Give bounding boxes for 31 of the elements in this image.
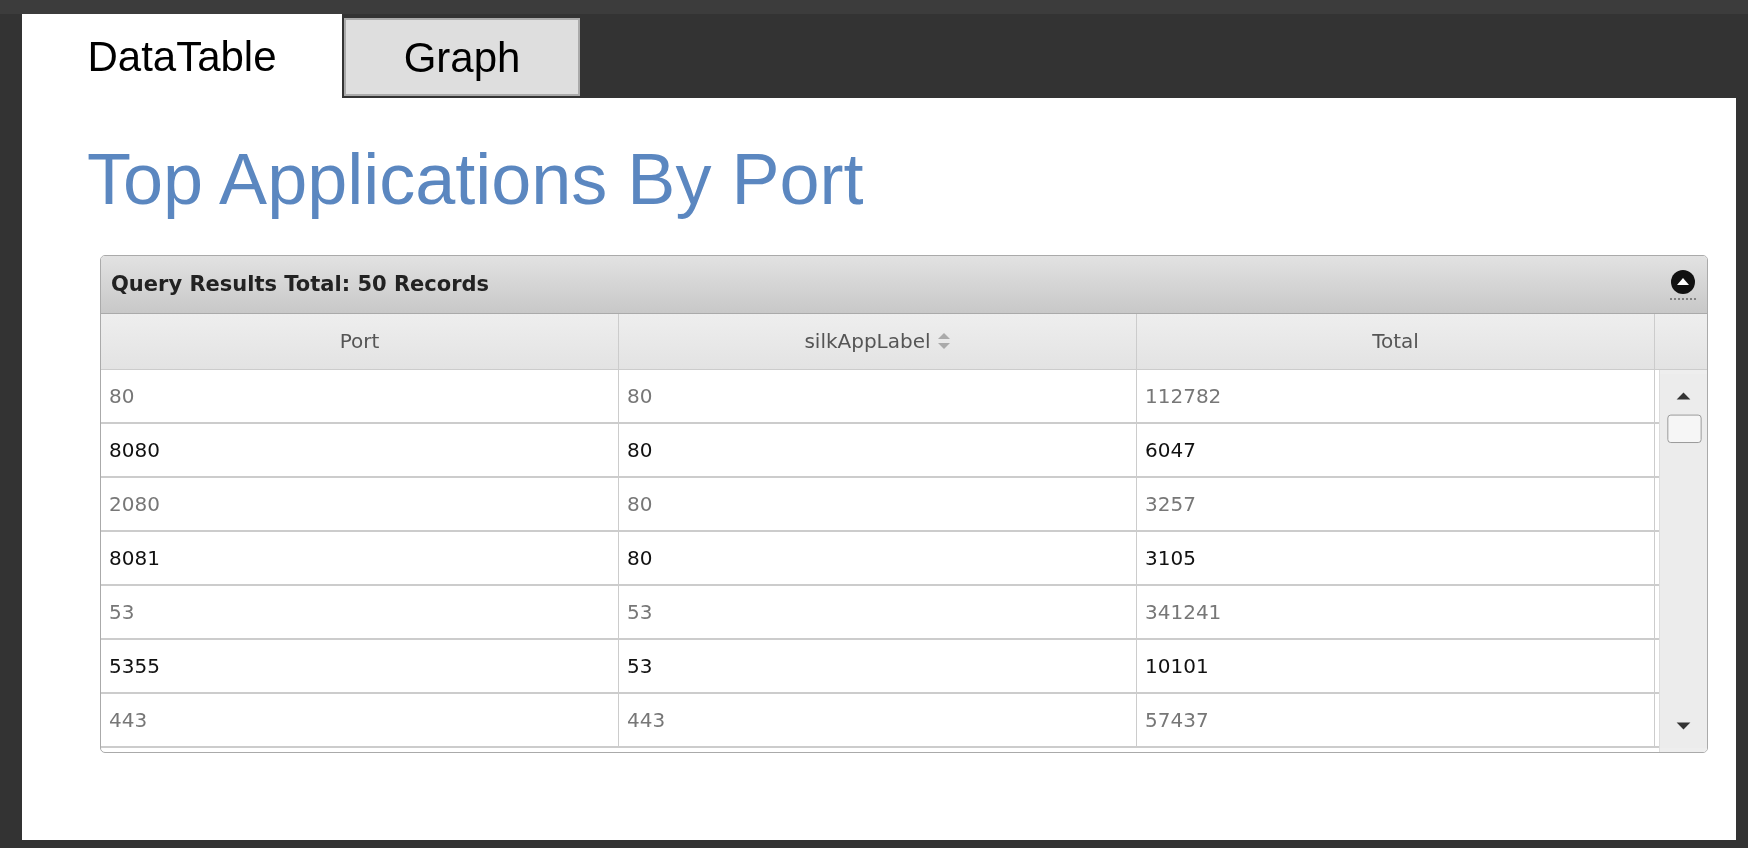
table-cell: 2080 bbox=[101, 477, 619, 530]
table-cell: 10101 bbox=[1137, 639, 1655, 692]
table-cell: 8081 bbox=[101, 531, 619, 584]
tab[interactable]: DataTable bbox=[22, 14, 342, 98]
collapse-icon[interactable] bbox=[1669, 268, 1697, 301]
tab[interactable]: Graph bbox=[344, 18, 580, 96]
table-cell: 3105 bbox=[1137, 531, 1655, 584]
table-cell: 112782 bbox=[1137, 369, 1655, 422]
column-header[interactable]: Port bbox=[101, 313, 619, 369]
column-header[interactable]: Total bbox=[1137, 313, 1655, 369]
grid-caption: Query Results Total: 50 Records bbox=[111, 270, 490, 298]
sort-icon[interactable] bbox=[936, 331, 951, 352]
table-cell: 80 bbox=[619, 477, 1137, 530]
table-cell: 53 bbox=[619, 639, 1137, 692]
table-cell: 8080 bbox=[101, 423, 619, 476]
table-cell: 6047 bbox=[1137, 423, 1655, 476]
page-title: Top Applications By Port bbox=[87, 138, 865, 221]
table-cell: 53 bbox=[619, 585, 1137, 638]
column-label: silkAppLabel bbox=[804, 328, 931, 356]
table-cell: 80 bbox=[619, 369, 1137, 422]
table-cell: 80 bbox=[101, 369, 619, 422]
table-cell: 341241 bbox=[1137, 585, 1655, 638]
table-cell: 57437 bbox=[1137, 693, 1655, 746]
table-cell: 53 bbox=[101, 585, 619, 638]
scrollbar[interactable] bbox=[1659, 369, 1707, 752]
table-cell: 80 bbox=[619, 423, 1137, 476]
table-cell: 5355 bbox=[101, 639, 619, 692]
table-cell: 443 bbox=[619, 693, 1137, 746]
table-cell: 443 bbox=[101, 693, 619, 746]
table-cell: 3257 bbox=[1137, 477, 1655, 530]
table-cell: 80 bbox=[619, 531, 1137, 584]
